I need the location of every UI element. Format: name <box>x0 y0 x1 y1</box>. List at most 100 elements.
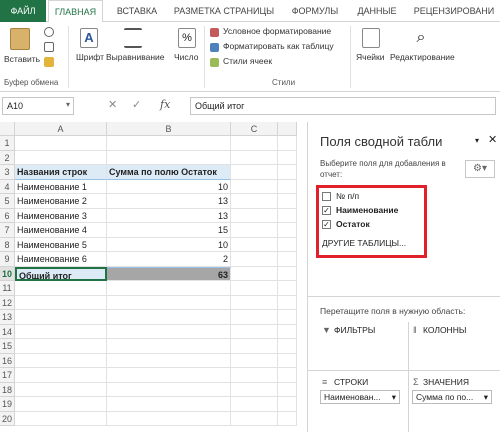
cell[interactable] <box>231 295 278 310</box>
cell[interactable] <box>107 150 231 165</box>
cell[interactable] <box>278 194 297 209</box>
cell[interactable] <box>15 310 107 325</box>
paste-button[interactable]: Вставить <box>4 54 40 64</box>
cells-button[interactable]: Ячейки <box>356 52 385 62</box>
cell[interactable] <box>107 281 231 296</box>
name-box-dropdown-icon[interactable]: ▾ <box>66 100 70 109</box>
cell[interactable] <box>231 208 278 223</box>
field-checkbox-name[interactable]: ✓ <box>322 206 331 215</box>
row-header[interactable]: 15 <box>0 339 15 354</box>
tab-insert[interactable]: ВСТАВКА <box>110 0 164 22</box>
row-header[interactable]: 16 <box>0 353 15 368</box>
cell[interactable] <box>15 281 107 296</box>
row-header[interactable]: 17 <box>0 368 15 383</box>
select-all-corner[interactable] <box>0 122 15 136</box>
name-box[interactable]: A10 <box>2 97 74 115</box>
cell[interactable] <box>231 223 278 238</box>
cell-styles-button[interactable]: Стили ячеек <box>223 56 272 66</box>
cell[interactable] <box>278 165 297 180</box>
cell[interactable] <box>278 382 297 397</box>
cell[interactable] <box>107 382 231 397</box>
row-header[interactable]: 2 <box>0 150 15 165</box>
cell[interactable] <box>15 295 107 310</box>
cell[interactable]: Наименование 4 <box>15 223 107 238</box>
cell[interactable]: 10 <box>107 237 231 252</box>
row-header[interactable]: 9 <box>0 252 15 267</box>
cell[interactable] <box>278 281 297 296</box>
cell[interactable]: 13 <box>107 208 231 223</box>
cell[interactable]: 2 <box>107 252 231 267</box>
tab-data[interactable]: ДАННЫЕ <box>350 0 404 22</box>
cell[interactable] <box>15 368 107 383</box>
font-icon[interactable]: A <box>80 28 98 48</box>
tab-review[interactable]: РЕЦЕНЗИРОВАНИ <box>408 0 500 22</box>
row-header[interactable]: 5 <box>0 194 15 209</box>
column-header-d[interactable] <box>278 122 297 136</box>
cell[interactable] <box>278 353 297 368</box>
cell[interactable] <box>15 353 107 368</box>
cell[interactable] <box>107 411 231 426</box>
cut-icon[interactable] <box>44 27 54 37</box>
cell[interactable]: Названия строк <box>15 165 107 180</box>
pane-options-icon[interactable]: ▾ <box>475 136 479 145</box>
cell[interactable] <box>231 179 278 194</box>
row-header[interactable]: 18 <box>0 382 15 397</box>
cell[interactable] <box>15 150 107 165</box>
row-header[interactable]: 10 <box>0 266 15 281</box>
conditional-format-button[interactable]: Условное форматирование <box>223 26 331 36</box>
alignment-icon[interactable] <box>124 28 142 48</box>
row-header[interactable]: 6 <box>0 208 15 223</box>
cell[interactable] <box>231 136 278 151</box>
row-header[interactable]: 8 <box>0 237 15 252</box>
row-header[interactable]: 1 <box>0 136 15 151</box>
cells-icon[interactable] <box>362 28 380 48</box>
cell[interactable] <box>278 324 297 339</box>
cell[interactable] <box>231 194 278 209</box>
row-header[interactable]: 20 <box>0 411 15 426</box>
column-header-c[interactable]: C <box>231 122 278 136</box>
binoculars-icon[interactable]: ⌕ <box>412 28 430 48</box>
close-icon[interactable]: ✕ <box>488 133 497 146</box>
enter-icon[interactable]: ✓ <box>132 98 141 111</box>
cell[interactable] <box>278 368 297 383</box>
cell[interactable] <box>107 339 231 354</box>
cell[interactable]: 63 <box>107 266 231 281</box>
cell[interactable] <box>15 136 107 151</box>
row-header[interactable]: 3 <box>0 165 15 180</box>
gear-icon[interactable]: ⚙▾ <box>465 160 495 178</box>
row-header[interactable]: 4 <box>0 179 15 194</box>
row-header[interactable]: 11 <box>0 281 15 296</box>
cell[interactable] <box>107 397 231 412</box>
row-header[interactable]: 13 <box>0 310 15 325</box>
cancel-icon[interactable]: ✕ <box>108 98 117 111</box>
cell[interactable]: Наименование 1 <box>15 179 107 194</box>
editing-button[interactable]: Редактирование <box>390 52 455 62</box>
cell[interactable] <box>278 136 297 151</box>
column-header-a[interactable]: A <box>15 122 107 136</box>
cell[interactable] <box>231 237 278 252</box>
cell[interactable] <box>231 281 278 296</box>
tab-file[interactable]: ФАЙЛ <box>0 0 46 22</box>
formula-input[interactable]: Общий итог <box>190 97 496 115</box>
cell[interactable] <box>278 150 297 165</box>
cell[interactable]: Наименование 2 <box>15 194 107 209</box>
cell[interactable]: 10 <box>107 179 231 194</box>
cell[interactable] <box>15 411 107 426</box>
cell[interactable] <box>107 353 231 368</box>
rows-field-dropdown[interactable]: Наименован... ▾ <box>320 390 400 404</box>
tab-home[interactable]: ГЛАВНАЯ <box>48 0 103 23</box>
cell[interactable]: Наименование 6 <box>15 252 107 267</box>
cell[interactable]: 13 <box>107 194 231 209</box>
row-header[interactable]: 7 <box>0 223 15 238</box>
alignment-button[interactable]: Выравнивание <box>106 52 165 62</box>
number-button[interactable]: Число <box>174 52 198 62</box>
cell[interactable] <box>278 252 297 267</box>
cell[interactable] <box>231 368 278 383</box>
cell[interactable] <box>278 310 297 325</box>
cell[interactable] <box>231 150 278 165</box>
cell[interactable] <box>231 353 278 368</box>
cell[interactable] <box>107 324 231 339</box>
cell[interactable] <box>278 266 297 281</box>
cell[interactable] <box>107 136 231 151</box>
paste-icon[interactable] <box>10 28 30 50</box>
